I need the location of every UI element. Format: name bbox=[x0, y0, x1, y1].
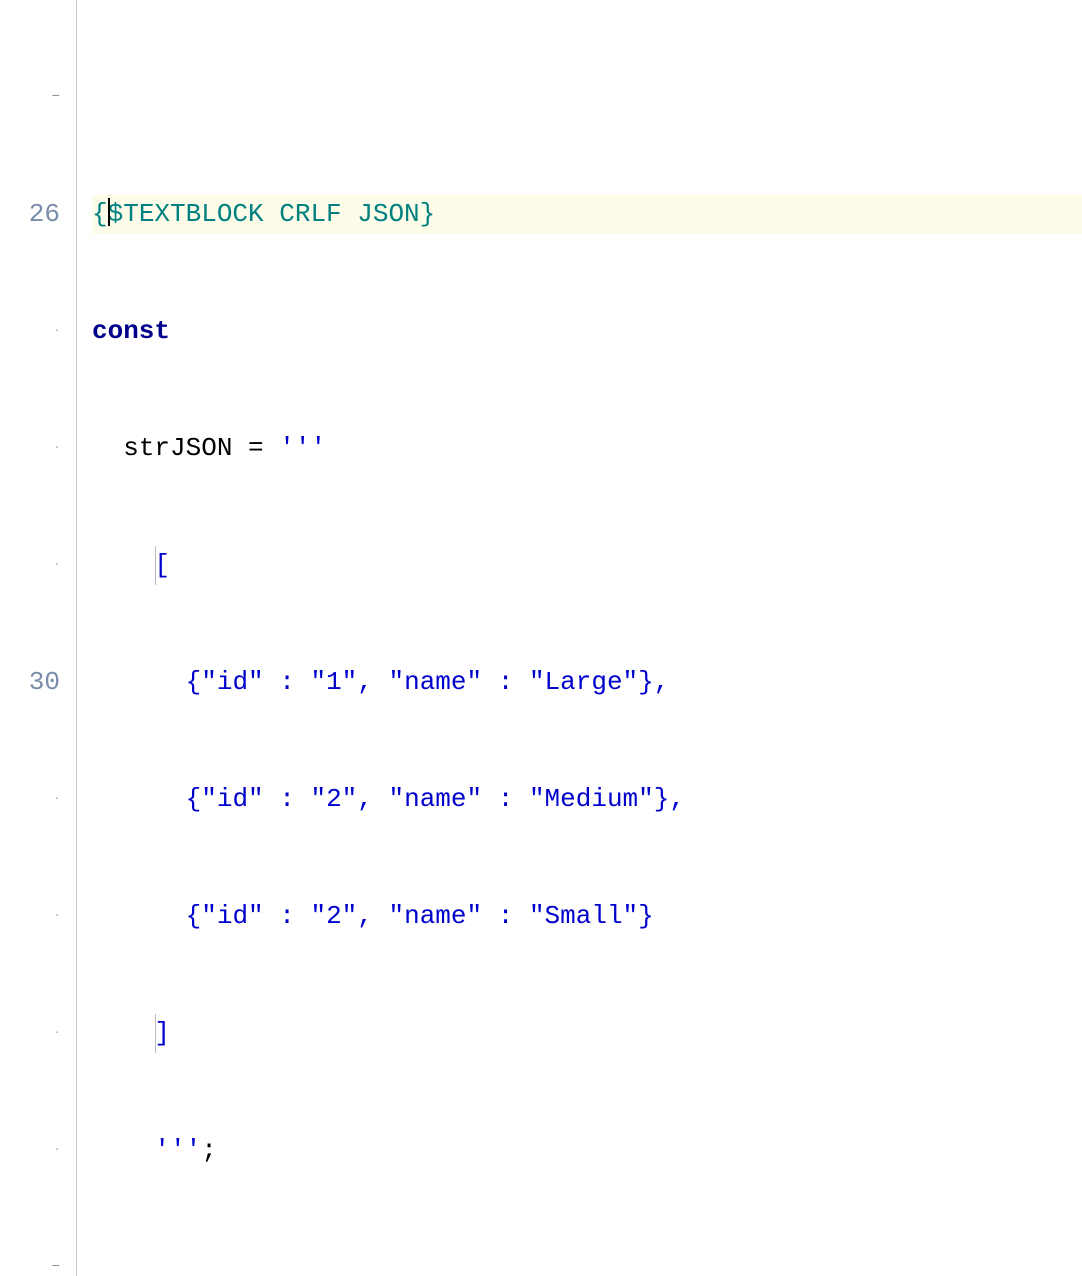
json-val-large: "Large" bbox=[529, 663, 638, 702]
line-number-gutter: − 26 · · · 30 · · · · − bbox=[0, 0, 68, 1276]
json-val-medium: "Medium" bbox=[529, 780, 654, 819]
json-trailing-comma: , bbox=[669, 780, 685, 819]
code-line-const[interactable]: const bbox=[92, 312, 1082, 351]
json-brace-close: } bbox=[638, 663, 654, 702]
indent bbox=[92, 663, 186, 702]
code-line-triple-close[interactable]: '''; bbox=[92, 1131, 1082, 1170]
fold-marker-top[interactable]: − bbox=[0, 78, 60, 117]
directive-close-brace: } bbox=[420, 199, 436, 229]
json-brace-open: { bbox=[186, 780, 202, 819]
json-brace-open: { bbox=[186, 663, 202, 702]
json-brace-close: } bbox=[654, 780, 670, 819]
line-number-dot: · bbox=[0, 312, 60, 351]
json-key-name: "name" bbox=[389, 663, 483, 702]
identifier-strjson: strJSON bbox=[123, 429, 232, 468]
json-comma: , bbox=[357, 897, 388, 936]
indent bbox=[92, 429, 123, 468]
json-trailing-comma: , bbox=[654, 663, 670, 702]
line-number-dot: · bbox=[0, 1131, 60, 1170]
keyword-const: const bbox=[92, 312, 170, 351]
json-val-2: "2" bbox=[310, 780, 357, 819]
code-line-empty[interactable] bbox=[92, 1248, 1082, 1276]
json-colon: : bbox=[482, 780, 529, 819]
json-bracket-open: [ bbox=[154, 546, 170, 585]
code-line-empty[interactable] bbox=[92, 78, 1082, 117]
code-line-directive[interactable]: {$TEXTBLOCK CRLF JSON} bbox=[92, 195, 1082, 234]
json-val-small: "Small" bbox=[529, 897, 638, 936]
fold-marker-bottom[interactable]: − bbox=[0, 1248, 60, 1276]
code-line-assign[interactable]: strJSON = ''' bbox=[92, 429, 1082, 468]
json-key-name: "name" bbox=[389, 780, 483, 819]
json-brace-open: { bbox=[186, 897, 202, 936]
json-key-id: "id" bbox=[201, 897, 263, 936]
json-bracket-close: ] bbox=[154, 1014, 170, 1053]
json-colon: : bbox=[482, 897, 529, 936]
line-number-dot: · bbox=[0, 897, 60, 936]
code-line-obj1[interactable]: {"id" : "1", "name" : "Large"}, bbox=[92, 663, 1082, 702]
triple-quote-close: ''' bbox=[154, 1131, 201, 1170]
code-line-array-close[interactable]: ] bbox=[92, 1014, 1082, 1053]
json-val-1: "1" bbox=[310, 663, 357, 702]
line-number: 30 bbox=[0, 663, 60, 702]
indent bbox=[92, 1014, 154, 1053]
line-number: 26 bbox=[0, 195, 60, 234]
directive-text: $TEXTBLOCK CRLF JSON bbox=[108, 199, 420, 229]
line-number-dot: · bbox=[0, 546, 60, 585]
semicolon: ; bbox=[201, 1131, 217, 1170]
text-caret bbox=[108, 198, 110, 226]
json-colon: : bbox=[264, 780, 311, 819]
directive-open-brace: { bbox=[92, 199, 108, 229]
fold-column bbox=[68, 0, 86, 1276]
indent bbox=[92, 780, 186, 819]
json-val-2b: "2" bbox=[310, 897, 357, 936]
json-colon: : bbox=[482, 663, 529, 702]
json-key-name: "name" bbox=[389, 897, 483, 936]
line-number-dot: · bbox=[0, 780, 60, 819]
json-key-id: "id" bbox=[201, 663, 263, 702]
code-line-array-open[interactable]: [ bbox=[92, 546, 1082, 585]
line-number-dot: · bbox=[0, 1014, 60, 1053]
code-line-obj2[interactable]: {"id" : "2", "name" : "Medium"}, bbox=[92, 780, 1082, 819]
json-key-id: "id" bbox=[201, 780, 263, 819]
indent bbox=[92, 546, 154, 585]
line-number-dot: · bbox=[0, 429, 60, 468]
assign-op: = bbox=[232, 429, 279, 468]
json-colon: : bbox=[264, 897, 311, 936]
json-brace-close: } bbox=[638, 897, 654, 936]
json-comma: , bbox=[357, 780, 388, 819]
json-comma: , bbox=[357, 663, 388, 702]
indent bbox=[92, 1131, 154, 1170]
indent bbox=[92, 897, 186, 936]
json-colon: : bbox=[264, 663, 311, 702]
code-line-obj3[interactable]: {"id" : "2", "name" : "Small"} bbox=[92, 897, 1082, 936]
triple-quote-open: ''' bbox=[279, 429, 326, 468]
code-editor-area[interactable]: {$TEXTBLOCK CRLF JSON} const strJSON = '… bbox=[86, 0, 1082, 1276]
